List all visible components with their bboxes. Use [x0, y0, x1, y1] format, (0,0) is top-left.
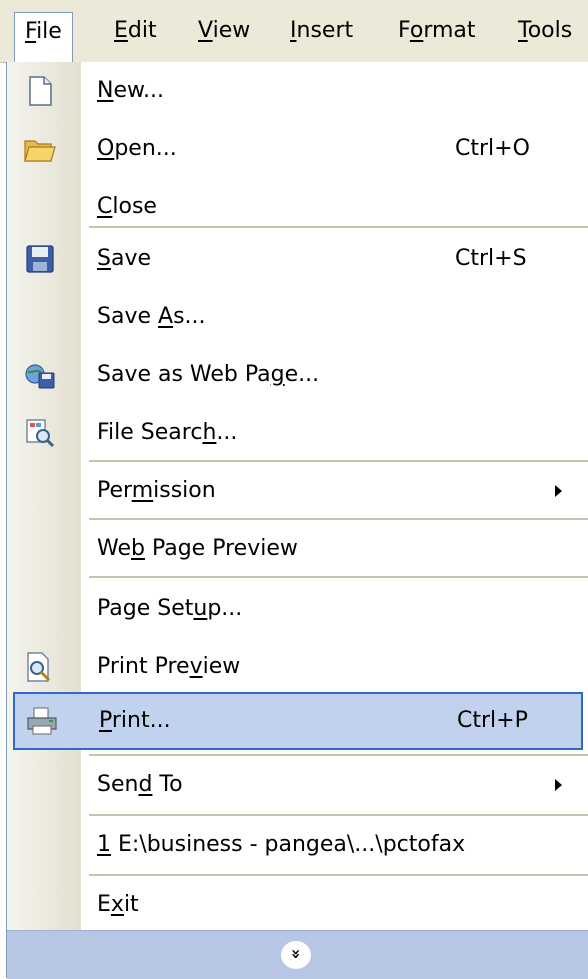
- menu-tools[interactable]: Tools: [508, 12, 582, 50]
- menu-item-open[interactable]: Open... Ctrl+O: [7, 120, 588, 178]
- shortcut-label: Ctrl+S: [455, 246, 527, 271]
- new-document-icon: [23, 75, 57, 107]
- menu-item-print-preview[interactable]: Print Preview: [7, 638, 588, 696]
- menu-item-permission[interactable]: Permission: [7, 462, 588, 520]
- menu-item-save-as-web-page[interactable]: Save as Web Page...: [7, 346, 588, 404]
- menu-item-print[interactable]: Print... Ctrl+P: [13, 692, 583, 750]
- file-search-icon: [23, 417, 57, 449]
- menu-item-save[interactable]: Save Ctrl+S: [7, 230, 588, 288]
- submenu-arrow-icon: [555, 779, 562, 791]
- printer-icon: [25, 705, 59, 737]
- print-preview-icon: [23, 651, 57, 683]
- menu-bar: File Edit View Insert Format Tools: [0, 0, 588, 63]
- menu-view[interactable]: View: [188, 12, 260, 50]
- expand-menu-bar[interactable]: »: [7, 930, 588, 979]
- menu-item-recent-file-1[interactable]: 1 E:\business - pangea\...\pctofax: [7, 816, 588, 874]
- shortcut-label: Ctrl+O: [455, 136, 530, 161]
- menu-separator: [89, 226, 588, 228]
- menu-edit[interactable]: Edit: [104, 12, 167, 50]
- save-disk-icon: [23, 243, 57, 275]
- open-folder-icon: [23, 133, 57, 165]
- menu-item-page-setup[interactable]: Page Setup...: [7, 580, 588, 638]
- save-web-page-icon: [23, 359, 57, 391]
- menu-item-send-to[interactable]: Send To: [7, 756, 588, 814]
- menu-insert[interactable]: Insert: [280, 12, 363, 50]
- menu-file[interactable]: File: [14, 12, 73, 62]
- menu-item-file-search[interactable]: File Search...: [7, 404, 588, 462]
- shortcut-label: Ctrl+P: [457, 708, 528, 733]
- menu-separator: [89, 576, 588, 578]
- menu-item-exit[interactable]: Exit: [7, 876, 588, 934]
- menu-format[interactable]: Format: [388, 12, 486, 50]
- menu-item-web-page-preview[interactable]: Web Page Preview: [7, 520, 588, 578]
- file-menu-dropdown: New... Open... Ctrl+O Close Save Ctrl+S …: [6, 62, 588, 979]
- chevron-double-down-icon: »: [281, 941, 311, 969]
- menu-item-save-as[interactable]: Save As...: [7, 288, 588, 346]
- submenu-arrow-icon: [555, 485, 562, 497]
- menu-item-new[interactable]: New...: [7, 62, 588, 120]
